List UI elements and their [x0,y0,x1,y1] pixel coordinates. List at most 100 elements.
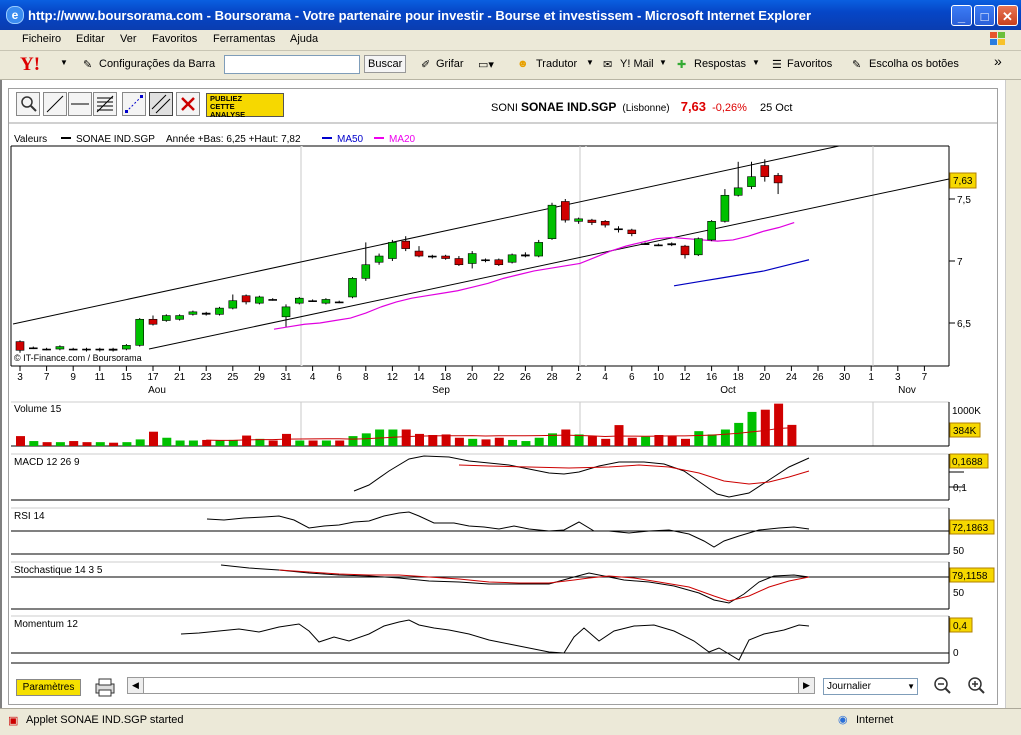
tradutor-button[interactable]: Tradutor [536,58,577,70]
macd-label: MACD 12 26 9 [14,457,80,468]
status-zone: Internet [856,714,894,726]
candle-body [467,253,477,264]
title-bar: e http://www.boursorama.com - Boursorama… [0,0,1021,30]
toolbar-more-button[interactable]: » [994,53,1002,69]
volume-bar [468,438,478,446]
candle-body [707,221,716,241]
parametres-button[interactable]: Paramètres [16,679,81,696]
price-axis: 6,5 7 7,5 [949,195,971,330]
yahoo-logo[interactable]: Y! [20,54,40,76]
period-select[interactable]: Journalier ▼ [823,678,918,695]
tradutor-dropdown-icon[interactable]: ▼ [586,58,594,67]
volume-bar [308,440,318,446]
date-axis: 3 7 9 11 15 17 21 23 25 29 31 4 6 8 12 14 18 20 22 26 28 2 4 6 1… [17,366,928,396]
y-tick-label: 6,5 [957,319,971,330]
x-tick-label: 11 [95,372,106,383]
candle-body [494,259,504,266]
applet-status-icon: ▣ [8,715,19,727]
volume-label: Volume 15 [14,404,62,415]
menu-ficheiro[interactable]: Ficheiro [22,33,61,45]
volume-bar [29,441,39,446]
volume-bar [55,442,65,446]
candle-body [122,345,131,350]
x-tick-label: 26 [520,372,532,383]
volume-panel: Volume 15 1000K 384K [11,401,981,447]
candle-body [667,243,677,246]
status-text: Applet SONAE IND.SGP started [26,714,184,726]
zoom-out-icon[interactable] [931,675,953,697]
volume-bar [707,434,717,446]
candle-body [747,176,756,187]
search-input[interactable] [224,55,360,74]
scroll-right-icon[interactable]: ▶ [798,678,814,693]
respostas-dropdown-icon[interactable]: ▼ [752,58,760,67]
menu-editar[interactable]: Editar [76,33,105,45]
momentum-axis: 0 [953,648,959,659]
volume-bar [95,442,105,446]
x-tick-label: 2 [576,372,582,383]
x-tick-label: 23 [201,372,213,383]
x-tick-label: 21 [174,372,186,383]
volume-bar [295,440,305,446]
candle-body [268,299,278,301]
momentum-label: Momentum 12 [14,619,78,630]
volume-bar [627,437,637,446]
botoes-button[interactable]: Escolha os botões [869,58,959,70]
minimize-button[interactable]: _ [951,5,972,26]
candle-body [427,255,437,258]
window-icon[interactable]: ▭▾ [478,58,494,71]
print-icon[interactable] [93,676,117,698]
chart-credit: © IT-Finance.com / Boursorama [14,353,142,363]
mail-button[interactable]: Y! Mail [620,58,654,70]
highlight-icon: ✐ [421,59,431,71]
mail-dropdown-icon[interactable]: ▼ [659,58,667,67]
x-tick-label: 29 [254,372,266,383]
grifar-button[interactable]: Grifar [436,58,464,70]
ma50-line [673,259,810,287]
volume-bar [109,442,119,446]
favoritos-icon: ☰ [772,59,782,71]
close-button[interactable]: ✕ [997,5,1018,26]
volume-bar [587,436,597,446]
candle-body [361,264,371,279]
candle-body [680,245,690,256]
candle-body [614,228,623,231]
candle-body [534,242,544,257]
candle-body [547,204,557,239]
menu-ferramentas[interactable]: Ferramentas [213,33,275,45]
rsi-panel: RSI 14 50 72,1863 [11,507,995,557]
menu-ajuda[interactable]: Ajuda [290,33,318,45]
x-tick-label: 1 [868,372,874,383]
buscar-button[interactable]: Buscar [364,55,407,73]
candle-body [82,348,91,351]
maximize-button[interactable]: □ [974,5,995,26]
yahoo-dropdown-icon[interactable]: ▼ [60,58,68,67]
x-tick-label: 18 [733,372,745,383]
scroll-left-icon[interactable]: ◀ [128,678,144,693]
page-scrollbar[interactable] [1005,80,1021,708]
candle-body [693,238,703,256]
volume-bar [149,431,158,446]
candle-body [627,229,637,235]
menu-ver[interactable]: Ver [120,33,137,45]
x-tick-label: 22 [493,372,505,383]
config-button[interactable]: Configurações da Barra [99,58,215,70]
candle-body [321,299,331,304]
windows-logo-icon [990,32,1005,45]
volume-bar [401,429,411,446]
volume-bar [228,439,238,446]
volume-bar [454,437,464,446]
respostas-button[interactable]: Respostas [694,58,746,70]
volume-bar [681,438,690,446]
menu-favoritos[interactable]: Favoritos [152,33,197,45]
stock-chart[interactable]: Valeurs SONAE IND.SGP Année +Bas: 6,25 +… [9,89,997,674]
candle-body [760,165,770,177]
zoom-in-icon[interactable] [965,675,987,697]
favoritos-button[interactable]: Favoritos [787,58,832,70]
candle-body [215,307,224,315]
volume-bar [694,431,704,446]
chart-hscroll[interactable]: ◀ ▶ [127,677,815,694]
volume-bar [268,440,278,446]
volume-bar [774,403,784,446]
volume-bar [428,435,438,446]
